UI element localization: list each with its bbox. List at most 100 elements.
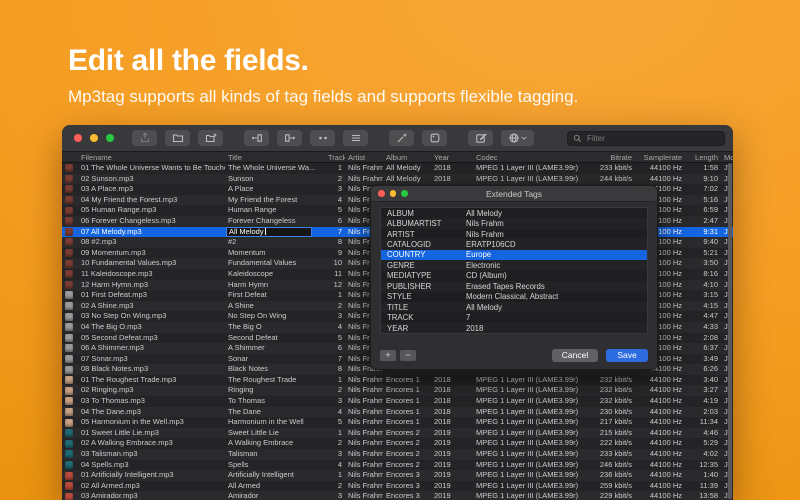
remove-tag-button[interactable]: [310, 130, 335, 146]
cell-bitrate: 232 kbit/s: [581, 396, 635, 407]
column-header-samplerate[interactable]: Samplerate: [635, 153, 685, 162]
dialog-zoom-button[interactable]: [401, 190, 408, 197]
dialog-titlebar: Extended Tags: [371, 186, 657, 202]
column-header-length[interactable]: Length: [685, 153, 721, 162]
tag-field-row-mediatype[interactable]: MEDIATYPECD (Album): [381, 271, 647, 281]
tag-field-row-album[interactable]: ALBUMAll Melody: [381, 208, 647, 218]
change-directory-button[interactable]: [198, 130, 223, 146]
cell-length: 5:16: [685, 195, 721, 206]
cell-year: 2018: [431, 163, 473, 174]
cell-year: 2018: [431, 174, 473, 185]
cell-track: 4: [325, 460, 345, 471]
album-art-thumbnail: [65, 387, 73, 395]
add-field-button[interactable]: +: [380, 350, 396, 361]
cell-length: 4:33: [685, 322, 721, 333]
cell-album: Encores 3: [383, 470, 431, 481]
tag-field-row-artist[interactable]: ARTISTNils Frahm: [381, 229, 647, 239]
column-header-bitrate[interactable]: Bitrate: [581, 153, 635, 162]
tag-field-name: GENRE: [381, 261, 466, 270]
column-header-year[interactable]: Year: [431, 153, 473, 162]
filter-input[interactable]: [585, 133, 719, 144]
filter-field[interactable]: [567, 131, 725, 146]
scrollbar-thumb[interactable]: [728, 163, 732, 499]
table-row[interactable]: 01 The Roughest Trade.mp3 The Roughest T…: [62, 375, 733, 386]
cell-bitrate: 230 kbit/s: [581, 407, 635, 418]
tag-field-row-country[interactable]: COUNTRYEurope: [381, 250, 647, 260]
tag-field-row-publisher[interactable]: PUBLISHERErased Tapes Records: [381, 281, 647, 291]
tag-field-row-catalogid[interactable]: CATALOGIDERATP106CD: [381, 239, 647, 249]
table-row[interactable]: 01 The Whole Universe Wants to Be Touche…: [62, 163, 733, 174]
table-row[interactable]: 04 Spells.mp3 Spells 4 Nils Frahm Encore…: [62, 460, 733, 471]
column-header-album[interactable]: Album: [383, 153, 431, 162]
table-row[interactable]: 02 Ringing.mp3 Ringing 2 Nils Frahm Enco…: [62, 385, 733, 396]
column-header-codec[interactable]: Codec: [473, 153, 581, 162]
column-header-filename[interactable]: Filename: [78, 153, 225, 162]
cell-track: 5: [325, 205, 345, 216]
table-row[interactable]: 03 To Thomas.mp3 To Thomas 3 Nils Frahm …: [62, 396, 733, 407]
title-edit-text: All Melody: [229, 227, 264, 238]
table-row[interactable]: 03 Talisman.mp3 Talisman 3 Nils Frahm En…: [62, 449, 733, 460]
cell-codec: MPEG 1 Layer III (LAME3.99r): [473, 428, 581, 439]
dots-icon: [317, 132, 329, 144]
zoom-button[interactable]: [106, 134, 114, 142]
dialog-close-button[interactable]: [378, 190, 385, 197]
column-header-artist[interactable]: Artist: [345, 153, 383, 162]
cell-year: 2018: [431, 396, 473, 407]
convert-tag-filename-button[interactable]: [244, 130, 269, 146]
column-header-track[interactable]: Track: [325, 153, 345, 162]
title-edit-input[interactable]: All Melody: [226, 227, 312, 237]
remove-field-button[interactable]: −: [400, 350, 416, 361]
table-row[interactable]: 02 Sunson.mp3 Sunson 2 Nils Frahm All Me…: [62, 174, 733, 185]
column-header-title[interactable]: Title: [225, 153, 325, 162]
tag-field-row-albumartist[interactable]: ALBUMARTISTNils Frahm: [381, 218, 647, 228]
tag-field-row-year[interactable]: YEAR2018: [381, 323, 647, 333]
table-row[interactable]: 01 Artificially Intelligent.mp3 Artifici…: [62, 470, 733, 481]
tag-field-value: Nils Frahm: [466, 219, 647, 228]
table-row[interactable]: 04 The Dane.mp3 The Dane 4 Nils Frahm En…: [62, 407, 733, 418]
cell-codec: MPEG 1 Layer III (LAME3.99r): [473, 470, 581, 481]
tag-field-row-style[interactable]: STYLEModern Classical, Abstract: [381, 292, 647, 302]
edit-button[interactable]: [468, 130, 493, 146]
convert-filename-tag-button[interactable]: [277, 130, 302, 146]
close-button[interactable]: [74, 134, 82, 142]
save-tag-button[interactable]: [132, 130, 157, 146]
album-art-thumbnail: [65, 450, 73, 458]
table-row[interactable]: 02 All Armed.mp3 All Armed 2 Nils Frahm …: [62, 481, 733, 492]
cell-filename: 02 A Walking Embrace.mp3: [78, 438, 225, 449]
cell-length: 7:02: [685, 184, 721, 195]
cell-length: 4:10: [685, 280, 721, 291]
album-art-thumbnail: [65, 249, 73, 257]
album-art-thumbnail: [65, 482, 73, 490]
save-button[interactable]: Save: [606, 349, 648, 362]
tag-field-row-title[interactable]: TITLEAll Melody: [381, 302, 647, 312]
tag-field-row-genre[interactable]: GENREElectronic: [381, 260, 647, 270]
album-art-thumbnail: [65, 238, 73, 246]
table-row[interactable]: 05 Harmonium in the Well.mp3 Harmonium i…: [62, 417, 733, 428]
cell-samplerate: 44100 Hz: [635, 375, 685, 386]
cancel-button[interactable]: Cancel: [552, 349, 598, 362]
minimize-button[interactable]: [90, 134, 98, 142]
dialog-minimize-button[interactable]: [390, 190, 397, 197]
column-header-mo[interactable]: Mo: [721, 153, 733, 162]
cell-track: 2: [325, 481, 345, 492]
tag-field-row-track[interactable]: TRACK7: [381, 312, 647, 322]
cell-title: The Roughest Trade: [225, 375, 325, 386]
table-row[interactable]: 01 Sweet Little Lie.mp3 Sweet Little Lie…: [62, 428, 733, 439]
table-row[interactable]: 03 Amirador.mp3 Amirador 3 Nils Frahm En…: [62, 491, 733, 500]
cell-track: 7: [325, 227, 345, 238]
actions-button[interactable]: [389, 130, 414, 146]
cell-title: Kaleidoscope: [225, 269, 325, 280]
cell-track: 5: [325, 333, 345, 344]
tag-panel-button[interactable]: [343, 130, 368, 146]
extended-tags-button[interactable]: [422, 130, 447, 146]
vertical-scrollbar[interactable]: [727, 162, 732, 500]
cell-length: 6:37: [685, 343, 721, 354]
tag-field-name: STYLE: [381, 292, 466, 301]
cell-track: 5: [325, 417, 345, 428]
table-row[interactable]: 02 A Walking Embrace.mp3 A Walking Embra…: [62, 438, 733, 449]
cell-title: Harmonium in the Well: [225, 417, 325, 428]
cell-track: 7: [325, 354, 345, 365]
cell-title: Artificially Intelligent: [225, 470, 325, 481]
open-folder-button[interactable]: [165, 130, 190, 146]
web-sources-button[interactable]: [501, 130, 534, 146]
